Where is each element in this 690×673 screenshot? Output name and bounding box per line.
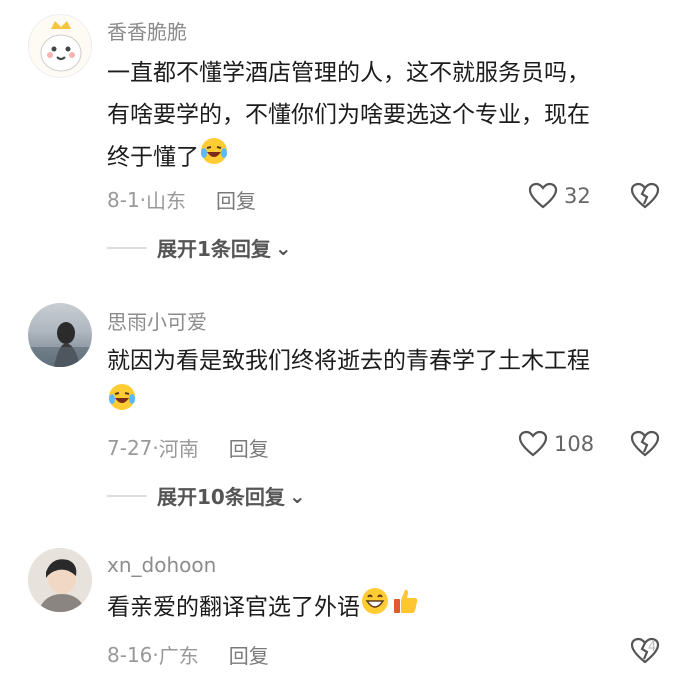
comment-line: 看亲爱的翻译官选了外语 — [107, 586, 667, 630]
comment-text: 一直都不懂学酒店管理的人，这不就服务员吗， 有啥要学的，不懂你们为啥要选这个专业… — [107, 52, 667, 180]
expand-label: 展开10条回复 — [157, 485, 285, 509]
heart-outline-icon — [528, 182, 558, 209]
like-count-partial: 4 — [648, 640, 656, 655]
location: 广东 — [158, 644, 199, 668]
like-count: 32 — [564, 184, 591, 208]
comment-line: 就因为看是致我们终将逝去的青春学了土木工程 — [107, 348, 590, 374]
divider — [107, 246, 147, 249]
chevron-down-icon: ⌄ — [274, 235, 292, 260]
username[interactable]: 香香脆脆 — [107, 16, 187, 45]
username[interactable]: xn_dohoon — [107, 553, 216, 577]
broken-heart-icon — [630, 430, 660, 457]
avatar[interactable] — [28, 14, 92, 78]
like-count: 4 — [648, 640, 657, 655]
laughing-crying-emoji — [199, 136, 229, 180]
broken-heart-icon — [630, 182, 660, 209]
like-button[interactable]: 108 — [518, 430, 594, 458]
comment-text: 就因为看是致我们终将逝去的青春学了土木工程 — [107, 340, 667, 426]
comment-line-text: 终于懂了 — [107, 144, 199, 171]
chevron-down-icon: ⌄ — [288, 483, 306, 508]
thumbs-up-emoji — [390, 586, 420, 630]
comment-line — [107, 382, 667, 426]
heart-outline-icon — [518, 430, 548, 457]
comment-meta: 7-27 · 河南 回复 — [107, 433, 269, 462]
laughing-crying-emoji — [107, 382, 137, 426]
reply-button[interactable]: 回复 — [216, 185, 256, 214]
date: 8-16 — [107, 642, 153, 667]
date: 8-1 — [107, 187, 140, 212]
like-count: 108 — [554, 432, 595, 456]
grinning-emoji — [360, 586, 390, 630]
comment-meta: 8-16 · 广东 回复 — [107, 640, 269, 669]
dislike-button[interactable] — [630, 430, 660, 462]
dislike-button[interactable] — [630, 182, 660, 214]
username[interactable]: 思雨小可爱 — [107, 306, 207, 335]
comment-line: 一直都不懂学酒店管理的人，这不就服务员吗， — [107, 60, 590, 86]
comment-text: 看亲爱的翻译官选了外语 — [107, 586, 667, 630]
avatar[interactable] — [28, 303, 92, 367]
expand-replies[interactable]: 展开10条回复 ⌄ — [107, 481, 306, 510]
expand-label: 展开1条回复 — [157, 237, 271, 261]
comment-line-text: 看亲爱的翻译官选了外语 — [107, 594, 360, 621]
comment-line: 有啥要学的，不懂你们为啥要选这个专业，现在 — [107, 102, 590, 128]
avatar[interactable] — [28, 548, 92, 612]
divider — [107, 494, 147, 497]
expand-replies[interactable]: 展开1条回复 ⌄ — [107, 233, 292, 262]
reply-button[interactable]: 回复 — [229, 640, 269, 669]
comment-meta: 8-1 · 山东 回复 — [107, 185, 256, 214]
location: 山东 — [146, 189, 187, 213]
comment-line: 终于懂了 — [107, 136, 667, 180]
location: 河南 — [158, 437, 199, 461]
like-button[interactable]: 32 — [528, 182, 591, 210]
date: 7-27 — [107, 435, 153, 460]
reply-button[interactable]: 回复 — [229, 433, 269, 462]
